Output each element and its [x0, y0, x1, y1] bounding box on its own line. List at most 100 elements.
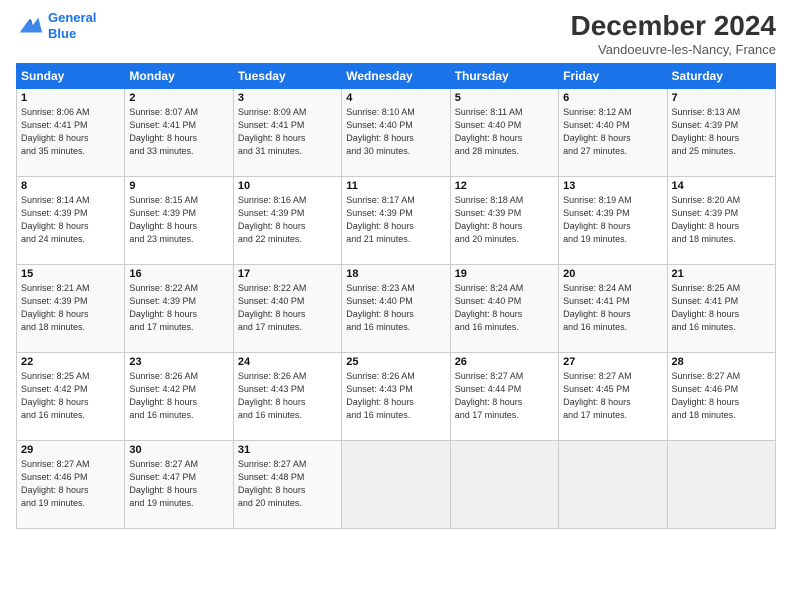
- weekday-header-wednesday: Wednesday: [342, 64, 450, 89]
- day-number: 25: [346, 356, 445, 368]
- title-block: December 2024 Vandoeuvre-les-Nancy, Fran…: [571, 10, 776, 57]
- day-info: Sunrise: 8:18 AMSunset: 4:39 PMDaylight:…: [455, 194, 554, 246]
- sunrise-text: Sunrise: 8:15 AM: [129, 194, 228, 207]
- logo-line1: General: [48, 10, 96, 25]
- daylight-line2: and 23 minutes.: [129, 233, 228, 246]
- week-row-5: 29Sunrise: 8:27 AMSunset: 4:46 PMDayligh…: [17, 441, 776, 529]
- sunrise-text: Sunrise: 8:18 AM: [455, 194, 554, 207]
- daylight-line2: and 22 minutes.: [238, 233, 337, 246]
- daylight-line2: and 30 minutes.: [346, 145, 445, 158]
- daylight-line2: and 27 minutes.: [563, 145, 662, 158]
- day-number: 22: [21, 356, 120, 368]
- daylight-line2: and 20 minutes.: [455, 233, 554, 246]
- sunset-text: Sunset: 4:39 PM: [672, 119, 771, 132]
- sunset-text: Sunset: 4:40 PM: [346, 119, 445, 132]
- daylight-line2: and 18 minutes.: [672, 233, 771, 246]
- sunrise-text: Sunrise: 8:09 AM: [238, 106, 337, 119]
- sunrise-text: Sunrise: 8:14 AM: [21, 194, 120, 207]
- sunrise-text: Sunrise: 8:22 AM: [129, 282, 228, 295]
- weekday-header-friday: Friday: [559, 64, 667, 89]
- day-number: 29: [21, 444, 120, 456]
- day-info: Sunrise: 8:26 AMSunset: 4:42 PMDaylight:…: [129, 370, 228, 422]
- sunset-text: Sunset: 4:39 PM: [129, 295, 228, 308]
- daylight-line2: and 28 minutes.: [455, 145, 554, 158]
- day-number: 14: [672, 180, 771, 192]
- day-number: 30: [129, 444, 228, 456]
- day-info: Sunrise: 8:25 AMSunset: 4:42 PMDaylight:…: [21, 370, 120, 422]
- daylight-line1: Daylight: 8 hours: [563, 308, 662, 321]
- sunrise-text: Sunrise: 8:25 AM: [672, 282, 771, 295]
- sunset-text: Sunset: 4:40 PM: [238, 295, 337, 308]
- daylight-line2: and 16 minutes.: [21, 409, 120, 422]
- day-number: 26: [455, 356, 554, 368]
- daylight-line2: and 17 minutes.: [129, 321, 228, 334]
- sunset-text: Sunset: 4:41 PM: [672, 295, 771, 308]
- daylight-line2: and 16 minutes.: [563, 321, 662, 334]
- day-number: 27: [563, 356, 662, 368]
- logo: General Blue: [16, 10, 96, 41]
- week-row-1: 1Sunrise: 8:06 AMSunset: 4:41 PMDaylight…: [17, 89, 776, 177]
- sunset-text: Sunset: 4:48 PM: [238, 471, 337, 484]
- sunrise-text: Sunrise: 8:06 AM: [21, 106, 120, 119]
- sunrise-text: Sunrise: 8:21 AM: [21, 282, 120, 295]
- day-cell: [342, 441, 450, 529]
- calendar-subtitle: Vandoeuvre-les-Nancy, France: [571, 42, 776, 57]
- daylight-line1: Daylight: 8 hours: [563, 132, 662, 145]
- day-cell: 17Sunrise: 8:22 AMSunset: 4:40 PMDayligh…: [233, 265, 341, 353]
- day-cell: 19Sunrise: 8:24 AMSunset: 4:40 PMDayligh…: [450, 265, 558, 353]
- day-info: Sunrise: 8:27 AMSunset: 4:44 PMDaylight:…: [455, 370, 554, 422]
- sunrise-text: Sunrise: 8:13 AM: [672, 106, 771, 119]
- daylight-line2: and 24 minutes.: [21, 233, 120, 246]
- sunset-text: Sunset: 4:40 PM: [563, 119, 662, 132]
- sunset-text: Sunset: 4:39 PM: [21, 207, 120, 220]
- daylight-line1: Daylight: 8 hours: [129, 220, 228, 233]
- sunset-text: Sunset: 4:44 PM: [455, 383, 554, 396]
- weekday-header-monday: Monday: [125, 64, 233, 89]
- day-number: 8: [21, 180, 120, 192]
- day-info: Sunrise: 8:06 AMSunset: 4:41 PMDaylight:…: [21, 106, 120, 158]
- sunrise-text: Sunrise: 8:19 AM: [563, 194, 662, 207]
- day-info: Sunrise: 8:12 AMSunset: 4:40 PMDaylight:…: [563, 106, 662, 158]
- daylight-line2: and 31 minutes.: [238, 145, 337, 158]
- sunrise-text: Sunrise: 8:27 AM: [21, 458, 120, 471]
- sunrise-text: Sunrise: 8:07 AM: [129, 106, 228, 119]
- day-number: 10: [238, 180, 337, 192]
- day-info: Sunrise: 8:26 AMSunset: 4:43 PMDaylight:…: [238, 370, 337, 422]
- calendar-title: December 2024: [571, 10, 776, 42]
- day-number: 7: [672, 92, 771, 104]
- daylight-line2: and 18 minutes.: [672, 409, 771, 422]
- daylight-line1: Daylight: 8 hours: [238, 132, 337, 145]
- sunset-text: Sunset: 4:43 PM: [238, 383, 337, 396]
- sunrise-text: Sunrise: 8:24 AM: [455, 282, 554, 295]
- daylight-line2: and 16 minutes.: [455, 321, 554, 334]
- day-cell: 18Sunrise: 8:23 AMSunset: 4:40 PMDayligh…: [342, 265, 450, 353]
- daylight-line2: and 16 minutes.: [129, 409, 228, 422]
- daylight-line1: Daylight: 8 hours: [563, 220, 662, 233]
- sunrise-text: Sunrise: 8:23 AM: [346, 282, 445, 295]
- day-cell: 3Sunrise: 8:09 AMSunset: 4:41 PMDaylight…: [233, 89, 341, 177]
- daylight-line2: and 19 minutes.: [129, 497, 228, 510]
- sunset-text: Sunset: 4:41 PM: [21, 119, 120, 132]
- daylight-line2: and 21 minutes.: [346, 233, 445, 246]
- day-cell: 1Sunrise: 8:06 AMSunset: 4:41 PMDaylight…: [17, 89, 125, 177]
- day-cell: 22 Sunrise: 8:25 AMSunset: 4:42 PMDayligh…: [17, 353, 125, 441]
- day-info: Sunrise: 8:27 AMSunset: 4:45 PMDaylight:…: [563, 370, 662, 422]
- sunset-text: Sunset: 4:39 PM: [455, 207, 554, 220]
- daylight-line1: Daylight: 8 hours: [672, 220, 771, 233]
- sunset-text: Sunset: 4:45 PM: [563, 383, 662, 396]
- sunrise-text: Sunrise: 8:27 AM: [672, 370, 771, 383]
- daylight-line2: and 20 minutes.: [238, 497, 337, 510]
- day-number: 23: [129, 356, 228, 368]
- day-cell: 9Sunrise: 8:15 AMSunset: 4:39 PMDaylight…: [125, 177, 233, 265]
- day-number: 28: [672, 356, 771, 368]
- logo-icon: [16, 12, 44, 40]
- daylight-line2: and 17 minutes.: [563, 409, 662, 422]
- day-number: 11: [346, 180, 445, 192]
- day-info: Sunrise: 8:27 AMSunset: 4:47 PMDaylight:…: [129, 458, 228, 510]
- day-number: 6: [563, 92, 662, 104]
- sunrise-text: Sunrise: 8:24 AM: [563, 282, 662, 295]
- sunrise-text: Sunrise: 8:10 AM: [346, 106, 445, 119]
- day-number: 20: [563, 268, 662, 280]
- sunset-text: Sunset: 4:47 PM: [129, 471, 228, 484]
- daylight-line1: Daylight: 8 hours: [21, 396, 120, 409]
